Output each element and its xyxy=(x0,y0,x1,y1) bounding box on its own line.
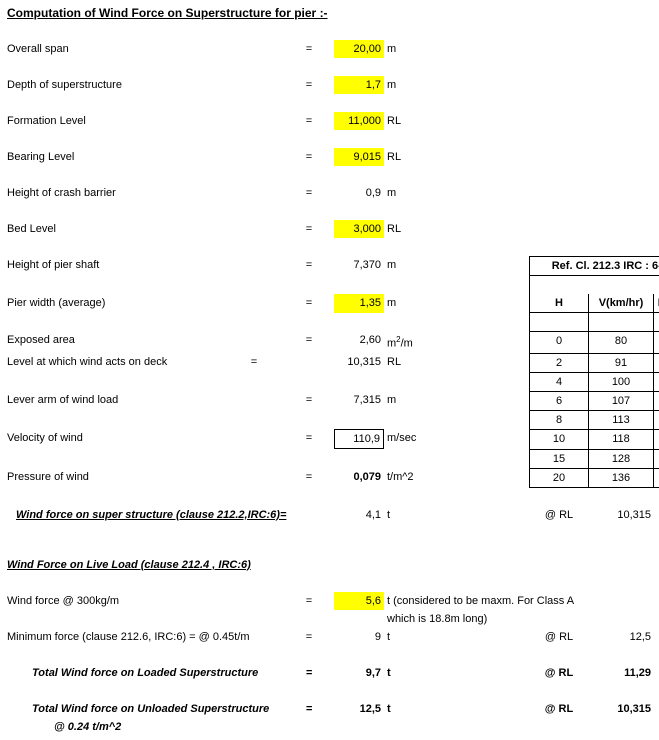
header-live-load: Wind Force on Live Load (clause 212.4 , … xyxy=(4,556,419,574)
at-rl-label: @ RL xyxy=(529,506,589,524)
unit-overall-span: m xyxy=(384,40,519,58)
label-pressure: Pressure of wind xyxy=(4,468,284,488)
equals-sign: = xyxy=(284,40,334,58)
ref-header-p: P(kg/m2) xyxy=(654,294,659,313)
label-crash-barrier: Height of crash barrier xyxy=(4,184,284,202)
value-exposed-area[interactable]: 2,60 xyxy=(334,331,384,353)
label-velocity: Velocity of wind xyxy=(4,429,284,449)
value-pier-shaft[interactable]: 7,370 xyxy=(334,256,384,276)
label-wind-300: Wind force @ 300kg/m xyxy=(4,592,284,610)
label-bearing-level: Bearing Level xyxy=(4,148,284,166)
label-wind-super: Wind force on super structure (clause 21… xyxy=(4,506,334,524)
label-pier-width: Pier width (average) xyxy=(4,294,284,313)
value-formation-level[interactable]: 11,000 xyxy=(334,112,384,130)
label-min-force: Minimum force (clause 212.6, IRC:6) = @ … xyxy=(4,628,284,646)
label-wind-level: Level at which wind acts on deck xyxy=(4,353,224,372)
label-depth-super: Depth of superstructure xyxy=(4,76,284,94)
unit-exposed-area: m2/m xyxy=(384,331,519,353)
value-velocity[interactable]: 110,9 xyxy=(334,429,384,449)
at-rl-value: 10,315 xyxy=(589,506,654,524)
value-wind-super[interactable]: 4,1 xyxy=(334,506,384,524)
value-depth-super[interactable]: 1,7 xyxy=(334,76,384,94)
label-bed-level: Bed Level xyxy=(4,220,284,238)
label-total-unloaded: Total Wind force on Unloaded Superstruct… xyxy=(4,700,284,718)
page-title: Computation of Wind Force on Superstruct… xyxy=(4,4,519,22)
value-bed-level[interactable]: 3,000 xyxy=(334,220,384,238)
ref-table-title: Ref. Cl. 212.3 IRC : 6-1966 xyxy=(529,256,659,276)
value-wind-300[interactable]: 5,6 xyxy=(334,592,384,610)
ref-header-v: V(km/hr) xyxy=(589,294,654,313)
value-overall-span[interactable]: 20,00 xyxy=(334,40,384,58)
value-wind-level[interactable]: 10,315 xyxy=(334,353,384,372)
label-overall-span: Overall span xyxy=(4,40,284,58)
value-pier-width[interactable]: 1,35 xyxy=(334,294,384,313)
label-lever-arm: Lever arm of wind load xyxy=(4,391,284,410)
label-exposed-area: Exposed area xyxy=(4,331,284,353)
value-lever-arm[interactable]: 7,315 xyxy=(334,391,384,410)
value-total-loaded[interactable]: 9,7 xyxy=(334,664,384,682)
value-total-unloaded[interactable]: 12,5 xyxy=(334,700,384,718)
ref-row: 0 xyxy=(529,331,589,353)
label-formation-level: Formation Level xyxy=(4,112,284,130)
value-crash-barrier[interactable]: 0,9 xyxy=(334,184,384,202)
value-pressure[interactable]: 0,079 xyxy=(334,468,384,488)
ref-header-h: H xyxy=(529,294,589,313)
label-pier-shaft: Height of pier shaft xyxy=(4,256,284,276)
label-total-loaded: Total Wind force on Loaded Superstructur… xyxy=(4,664,284,682)
value-min-force[interactable]: 9 xyxy=(334,628,384,646)
value-bearing-level[interactable]: 9,015 xyxy=(334,148,384,166)
label-total-unloaded-2: @ 0.24 t/m^2 xyxy=(4,718,284,736)
